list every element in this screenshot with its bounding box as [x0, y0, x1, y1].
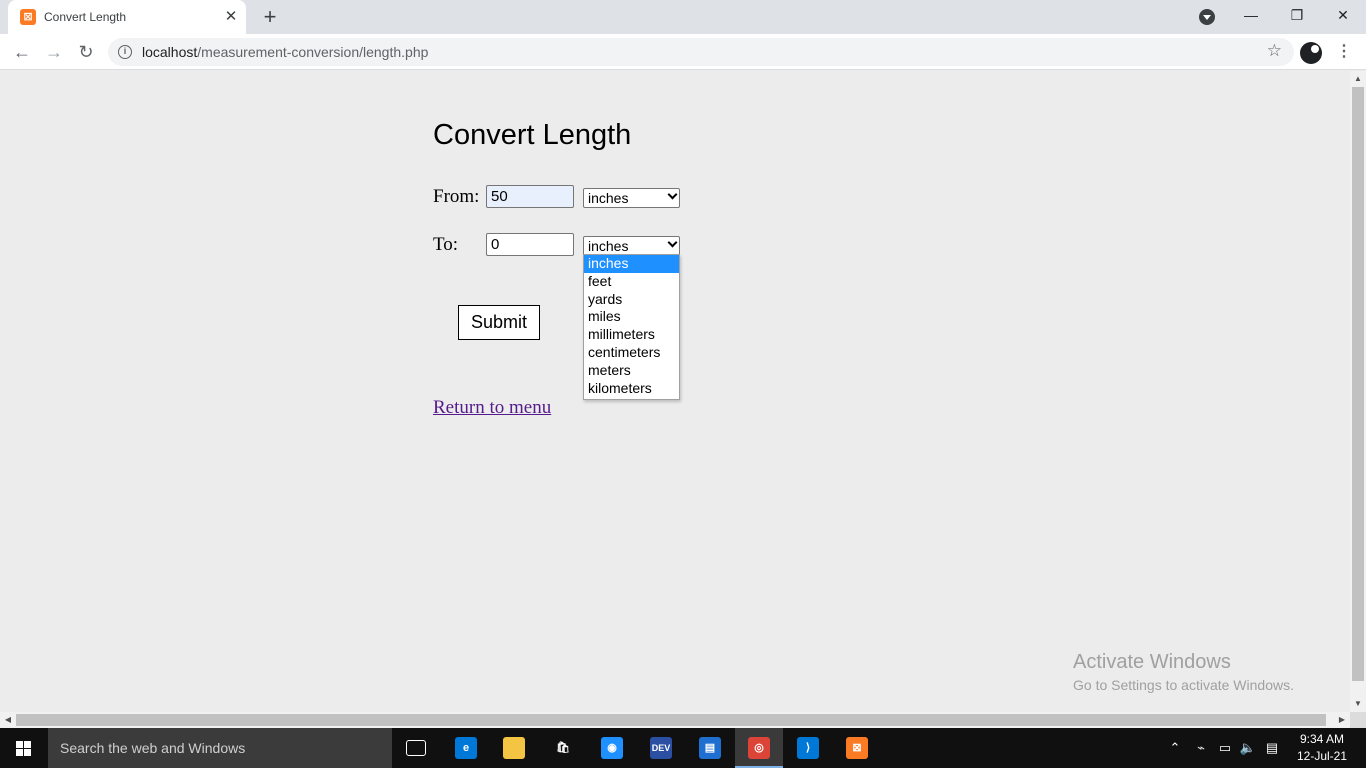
scroll-down-icon[interactable]: ▼ — [1350, 696, 1366, 712]
store-icon: 🛍 — [552, 737, 574, 759]
clock-time: 9:34 AM — [1299, 732, 1345, 746]
taskbar-chrome-button[interactable]: ◎ — [735, 728, 783, 768]
info-icon[interactable]: i — [118, 45, 132, 59]
unit-option-yards[interactable]: yards — [584, 291, 679, 309]
vertical-scrollbar[interactable]: ▲ ▼ — [1350, 71, 1366, 712]
from-unit-select[interactable]: inches — [583, 188, 680, 208]
volume-icon[interactable]: 🔈 — [1238, 728, 1258, 768]
kebab-menu-icon[interactable]: ⋮ — [1334, 39, 1354, 65]
page-viewport: Convert Length From: 50 inches To: 0 inc… — [0, 71, 1350, 712]
start-button[interactable] — [0, 728, 48, 768]
browser-toolbar: ← → ↻ i localhost/measurement-conversion… — [0, 34, 1366, 70]
new-tab-button[interactable]: + — [258, 5, 282, 29]
url-host: localhost — [142, 44, 198, 60]
unit-option-meters[interactable]: meters — [584, 362, 679, 380]
tab-title: Convert Length — [44, 10, 127, 24]
activate-windows-title: Activate Windows — [1073, 651, 1231, 673]
browser-tab[interactable]: ⊠ Convert Length ✕ — [8, 0, 246, 34]
address-bar[interactable]: i localhost/measurement-conversion/lengt… — [108, 38, 1294, 66]
window-close-button[interactable]: ✕ — [1320, 0, 1366, 30]
taskbar-task-view-button[interactable]: ▭ — [392, 728, 440, 768]
chrome-icon: ◎ — [748, 737, 770, 759]
tray-chevron-icon[interactable]: ⌃ — [1166, 728, 1184, 768]
to-label: To: — [433, 234, 459, 255]
battery-icon[interactable]: ▭ — [1214, 728, 1236, 768]
bookmark-star-icon[interactable]: ☆ — [1267, 41, 1282, 61]
chevron-down-icon — [667, 237, 678, 248]
unit-option-millimeters[interactable]: millimeters — [584, 326, 679, 344]
to-unit-value: inches — [588, 238, 629, 254]
dev-icon: DEV — [650, 737, 672, 759]
scroll-right-icon[interactable]: ▶ — [1334, 712, 1350, 728]
unit-option-kilometers[interactable]: kilometers — [584, 380, 679, 398]
restore-button[interactable]: ❐ — [1274, 0, 1320, 30]
notifications-icon[interactable]: ▤ — [1262, 728, 1282, 768]
taskbar-file-explorer-button[interactable] — [490, 728, 538, 768]
horizontal-scroll-thumb[interactable] — [16, 714, 1326, 726]
windows-taskbar: Search the web and Windows ▭ e 🛍 ◉ DEV ▤ ◎ ⟩ ⊠ ⌃… — [0, 728, 1366, 768]
media-icon: ◉ — [601, 737, 623, 759]
profile-avatar[interactable] — [1300, 42, 1322, 64]
scroll-corner — [1350, 712, 1366, 728]
unit-option-inches[interactable]: inches — [584, 255, 679, 273]
return-to-menu-link[interactable]: Return to menu — [433, 397, 551, 419]
taskbar-search-input[interactable]: Search the web and Windows — [48, 728, 392, 768]
url-text[interactable]: localhost/measurement-conversion/length.… — [142, 44, 428, 60]
taskbar-media-button[interactable]: ◉ — [588, 728, 636, 768]
scroll-up-icon[interactable]: ▲ — [1350, 71, 1366, 87]
reload-icon[interactable]: ↻ — [72, 38, 100, 66]
file-explorer-icon — [503, 737, 525, 759]
to-value-input[interactable]: 0 — [486, 233, 574, 256]
page-title: Convert Length — [433, 119, 632, 151]
reader-icon: ▤ — [699, 737, 721, 759]
vscode-icon: ⟩ — [797, 737, 819, 759]
horizontal-scrollbar[interactable]: ◀ ▶ — [0, 712, 1350, 728]
taskbar-vscode-button[interactable]: ⟩ — [784, 728, 832, 768]
clock-date: 12-Jul-21 — [1296, 749, 1348, 763]
unit-option-miles[interactable]: miles — [584, 308, 679, 326]
unit-dropdown-list: inches feet yards miles millimeters centimete… — [583, 254, 680, 400]
task-view-icon: ▭ — [406, 740, 426, 756]
chevron-down-icon — [667, 189, 678, 200]
activate-windows-subtitle: Go to Settings to activate Windows. — [1073, 677, 1294, 693]
tab-close-icon[interactable]: ✕ — [222, 8, 240, 26]
taskbar-edge-button[interactable]: e — [442, 728, 490, 768]
edge-icon: e — [455, 737, 477, 759]
url-path: /measurement-conversion/length.php — [197, 44, 429, 60]
tab-strip: ⊠ Convert Length ✕ + — ❐ ✕ — [0, 0, 1366, 34]
taskbar-clock[interactable]: 9:34 AM 12-Jul-21 — [1290, 731, 1354, 765]
tab-search-icon[interactable] — [1199, 9, 1215, 25]
submit-button[interactable]: Submit — [458, 305, 540, 340]
to-unit-select[interactable]: inches — [583, 236, 680, 256]
xampp-icon: ⊠ — [846, 737, 868, 759]
from-label: From: — [433, 186, 480, 207]
vertical-scroll-thumb[interactable] — [1352, 87, 1364, 681]
windows-logo-icon — [16, 741, 32, 756]
back-arrow-icon[interactable]: ← — [8, 38, 36, 66]
scroll-left-icon[interactable]: ◀ — [0, 712, 16, 728]
unit-option-feet[interactable]: feet — [584, 273, 679, 291]
unit-option-centimeters[interactable]: centimeters — [584, 344, 679, 362]
taskbar-dev-button[interactable]: DEV — [637, 728, 685, 768]
forward-arrow-icon[interactable]: → — [40, 38, 68, 66]
from-value-input[interactable]: 50 — [486, 185, 574, 208]
taskbar-reader-button[interactable]: ▤ — [686, 728, 734, 768]
xampp-favicon-icon: ⊠ — [20, 9, 36, 25]
taskbar-xampp-button[interactable]: ⊠ — [833, 728, 881, 768]
minimize-button[interactable]: — — [1228, 0, 1274, 30]
from-unit-value: inches — [588, 190, 629, 206]
network-icon[interactable]: ⌁ — [1190, 728, 1212, 768]
taskbar-store-button[interactable]: 🛍 — [539, 728, 587, 768]
